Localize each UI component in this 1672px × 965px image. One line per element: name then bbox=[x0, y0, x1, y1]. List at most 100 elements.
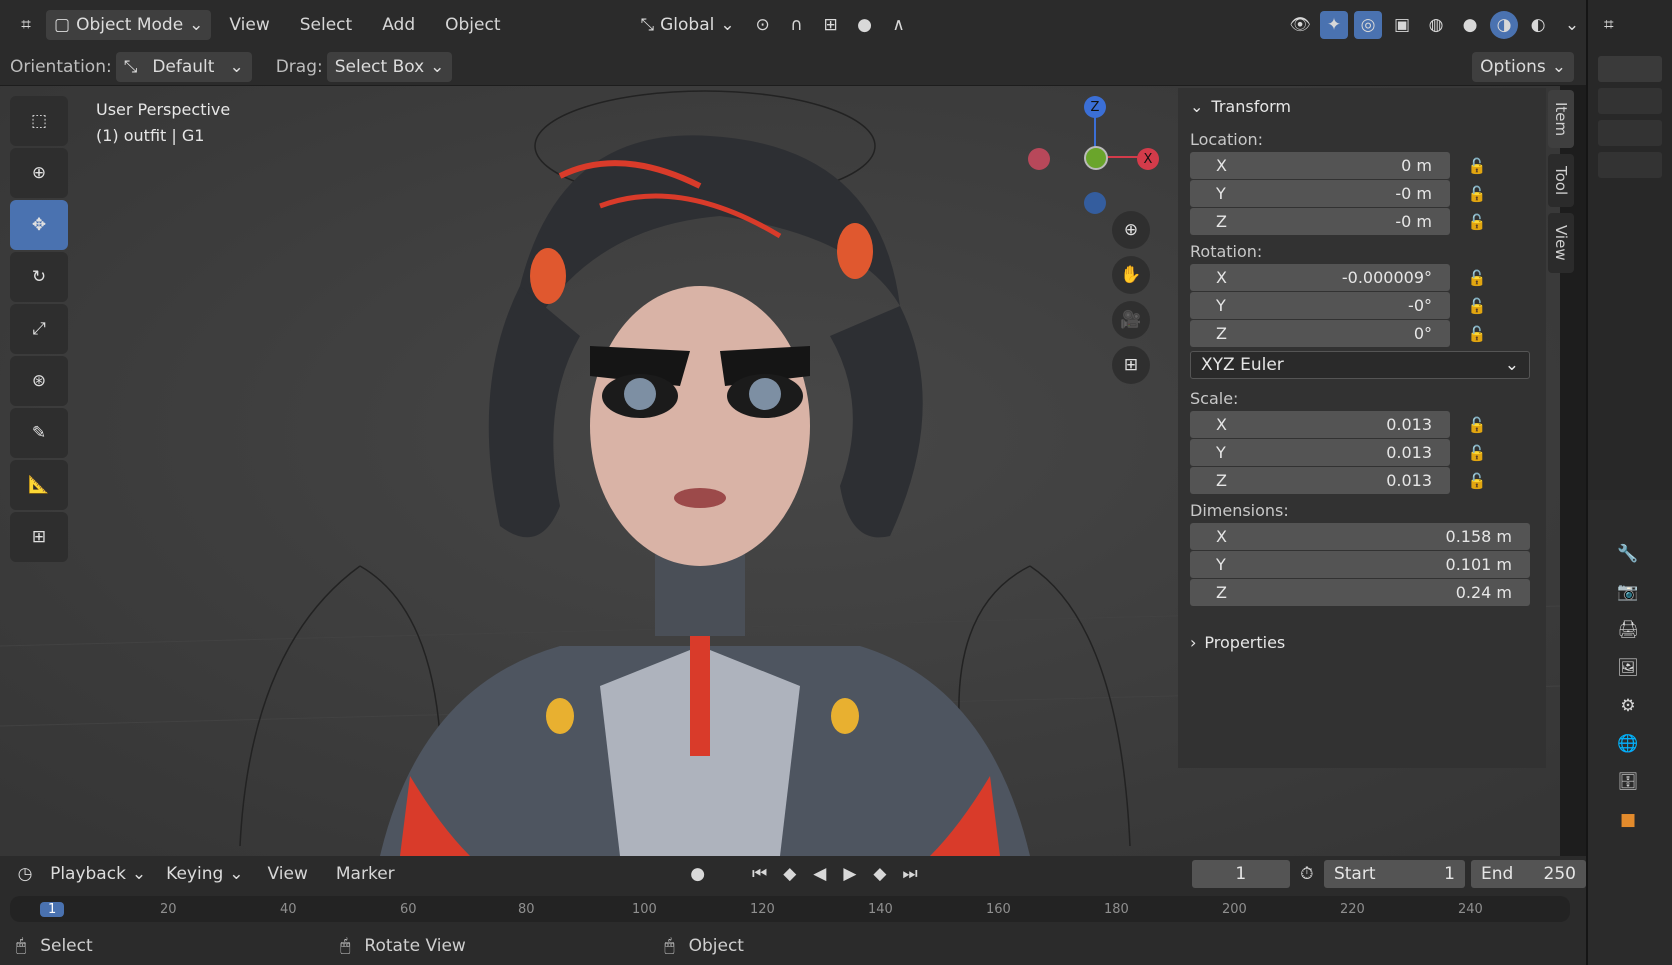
world-properties-icon[interactable]: 🌐 bbox=[1614, 730, 1642, 758]
outliner-editor-icon[interactable]: ⌗ bbox=[1588, 0, 1672, 50]
snap-increment-icon[interactable]: ⊞ bbox=[817, 11, 845, 39]
current-frame-field[interactable]: 1 bbox=[1191, 860, 1290, 888]
jump-end-icon[interactable]: ⏭ bbox=[897, 860, 923, 888]
outliner[interactable]: ⌗ bbox=[1586, 0, 1672, 500]
gizmo-z[interactable]: Z bbox=[1084, 96, 1106, 118]
lock-icon[interactable]: 🔓 bbox=[1462, 213, 1492, 231]
keying-menu[interactable]: Keying ⌄ bbox=[158, 859, 251, 889]
record-icon[interactable]: ● bbox=[685, 860, 711, 888]
shading-options-icon[interactable]: ⌄ bbox=[1558, 11, 1586, 39]
gizmo-neg-z[interactable] bbox=[1084, 192, 1106, 214]
outliner-row[interactable] bbox=[1598, 120, 1662, 146]
outliner-row[interactable] bbox=[1598, 88, 1662, 114]
falloff-curve-icon[interactable]: ∧ bbox=[885, 11, 913, 39]
wireframe-shading-icon[interactable]: ◍ bbox=[1422, 11, 1450, 39]
add-cube-tool-icon[interactable]: ⊞ bbox=[10, 512, 68, 562]
output-properties-icon[interactable]: 🖨 bbox=[1614, 616, 1642, 644]
pivot-point-icon[interactable]: ⊙ bbox=[749, 11, 777, 39]
gizmo-neg-x[interactable] bbox=[1028, 148, 1050, 170]
drag-dropdown[interactable]: Select Box ⌄ bbox=[326, 52, 453, 82]
navigation-gizmo[interactable]: Z X bbox=[1020, 94, 1160, 214]
visibility-eye-icon[interactable]: 👁 bbox=[1286, 11, 1314, 39]
collection-properties-icon[interactable]: 🗄 bbox=[1614, 768, 1642, 796]
properties-panel-header[interactable]: › Properties bbox=[1178, 624, 1546, 660]
outliner-row[interactable] bbox=[1598, 56, 1662, 82]
ortho-grid-icon[interactable]: ⊞ bbox=[1112, 346, 1150, 384]
rotate-tool-icon[interactable]: ↻ bbox=[10, 252, 68, 302]
prev-keyframe-icon[interactable]: ◆ bbox=[777, 860, 803, 888]
dimensions-z-field[interactable]: Z 0.24 m bbox=[1190, 579, 1530, 606]
menu-add[interactable]: Add bbox=[370, 10, 427, 40]
start-frame-field[interactable]: Start 1 bbox=[1323, 860, 1465, 888]
render-properties-icon[interactable]: 📷 bbox=[1614, 578, 1642, 606]
scale-x-field[interactable]: X 0.013 bbox=[1190, 411, 1450, 438]
view-layer-icon[interactable]: 🖼 bbox=[1614, 654, 1642, 682]
outliner-row[interactable] bbox=[1598, 152, 1662, 178]
location-y-field[interactable]: Y -0 m bbox=[1190, 180, 1450, 207]
options-dropdown[interactable]: Options ⌄ bbox=[1472, 52, 1574, 82]
playhead[interactable]: 1 bbox=[40, 901, 65, 917]
measure-tool-icon[interactable]: 📐 bbox=[10, 460, 68, 510]
playback-menu[interactable]: Playback ⌄ bbox=[42, 859, 154, 889]
transform-panel-header[interactable]: ⌄ Transform bbox=[1178, 88, 1546, 124]
frame-ruler[interactable]: 1 20 40 60 80 100 120 140 160 180 200 22… bbox=[10, 896, 1570, 922]
scale-z-field[interactable]: Z 0.013 bbox=[1190, 467, 1450, 494]
solid-shading-icon[interactable]: ● bbox=[1456, 11, 1484, 39]
timeline-view-menu[interactable]: View bbox=[256, 859, 320, 889]
pan-hand-icon[interactable]: ✋ bbox=[1112, 256, 1150, 294]
play-reverse-icon[interactable]: ◀ bbox=[807, 860, 833, 888]
cursor-tool-icon[interactable]: ⊕ bbox=[10, 148, 68, 198]
editor-type-icon[interactable]: ⌗ bbox=[12, 11, 40, 39]
lock-icon[interactable]: 🔓 bbox=[1462, 185, 1492, 203]
overlays-icon[interactable]: ◎ bbox=[1354, 11, 1382, 39]
scale-tool-icon[interactable]: ⤢ bbox=[10, 304, 68, 354]
play-icon[interactable]: ▶ bbox=[837, 860, 863, 888]
lock-icon[interactable]: 🔓 bbox=[1462, 472, 1492, 490]
tab-item[interactable]: Item bbox=[1548, 90, 1574, 149]
menu-view[interactable]: View bbox=[217, 10, 281, 40]
snap-magnet-icon[interactable]: ∩ bbox=[783, 11, 811, 39]
camera-view-icon[interactable]: 🎥 bbox=[1112, 301, 1150, 339]
rotation-y-field[interactable]: Y -0° bbox=[1190, 292, 1450, 319]
select-box-tool-icon[interactable]: ⬚ bbox=[10, 96, 68, 146]
scale-y-field[interactable]: Y 0.013 bbox=[1190, 439, 1450, 466]
rendered-shading-icon[interactable]: ◐ bbox=[1524, 11, 1552, 39]
lock-icon[interactable]: 🔓 bbox=[1462, 157, 1492, 175]
dimensions-x-field[interactable]: X 0.158 m bbox=[1190, 523, 1530, 550]
rotation-z-field[interactable]: Z 0° bbox=[1190, 320, 1450, 347]
tab-tool[interactable]: Tool bbox=[1548, 154, 1574, 208]
tool-properties-icon[interactable]: 🔧 bbox=[1614, 540, 1642, 568]
lock-icon[interactable]: 🔓 bbox=[1462, 416, 1492, 434]
lock-icon[interactable]: 🔓 bbox=[1462, 269, 1492, 287]
end-frame-field[interactable]: End 250 bbox=[1471, 860, 1586, 888]
proportional-edit-icon[interactable]: ● bbox=[851, 11, 879, 39]
annotate-tool-icon[interactable]: ✎ bbox=[10, 408, 68, 458]
next-keyframe-icon[interactable]: ◆ bbox=[867, 860, 893, 888]
tab-view[interactable]: View bbox=[1548, 213, 1574, 273]
move-tool-icon[interactable]: ✥ bbox=[10, 200, 68, 250]
material-shading-icon[interactable]: ◑ bbox=[1490, 11, 1518, 39]
zoom-icon[interactable]: ⊕ bbox=[1112, 211, 1150, 249]
dimensions-y-field[interactable]: Y 0.101 m bbox=[1190, 551, 1530, 578]
scene-properties-icon[interactable]: ⚙ bbox=[1614, 692, 1642, 720]
gizmo-x[interactable]: X bbox=[1137, 148, 1159, 170]
location-x-field[interactable]: X0 m bbox=[1190, 152, 1450, 179]
lock-icon[interactable]: 🔓 bbox=[1462, 444, 1492, 462]
gizmo-toggle-icon[interactable]: ✦ bbox=[1320, 11, 1348, 39]
rotation-mode-dropdown[interactable]: XYZ Euler ⌄ bbox=[1190, 351, 1530, 379]
mode-dropdown[interactable]: ▢ Object Mode ⌄ bbox=[46, 10, 212, 40]
orientation-dropdown[interactable]: ⤡ Default ⌄ bbox=[115, 52, 252, 82]
rotation-x-field[interactable]: X -0.000009° bbox=[1190, 264, 1450, 291]
transform-orientation-dropdown[interactable]: ⤡ Global ⌄ bbox=[633, 10, 743, 40]
lock-icon[interactable]: 🔓 bbox=[1462, 325, 1492, 343]
lock-icon[interactable]: 🔓 bbox=[1462, 297, 1492, 315]
marker-menu[interactable]: Marker bbox=[324, 859, 407, 889]
stopwatch-icon[interactable]: ⏱ bbox=[1294, 860, 1320, 888]
jump-start-icon[interactable]: ⏮ bbox=[747, 860, 773, 888]
transform-tool-icon[interactable]: ⊛ bbox=[10, 356, 68, 406]
location-z-field[interactable]: Z -0 m bbox=[1190, 208, 1450, 235]
timeline-editor-icon[interactable]: ◷ bbox=[12, 860, 38, 888]
menu-select[interactable]: Select bbox=[288, 10, 364, 40]
menu-object[interactable]: Object bbox=[433, 10, 512, 40]
properties-editor[interactable]: 🔧 📷 🖨 🖼 ⚙ 🌐 🗄 ■ bbox=[1586, 500, 1672, 965]
